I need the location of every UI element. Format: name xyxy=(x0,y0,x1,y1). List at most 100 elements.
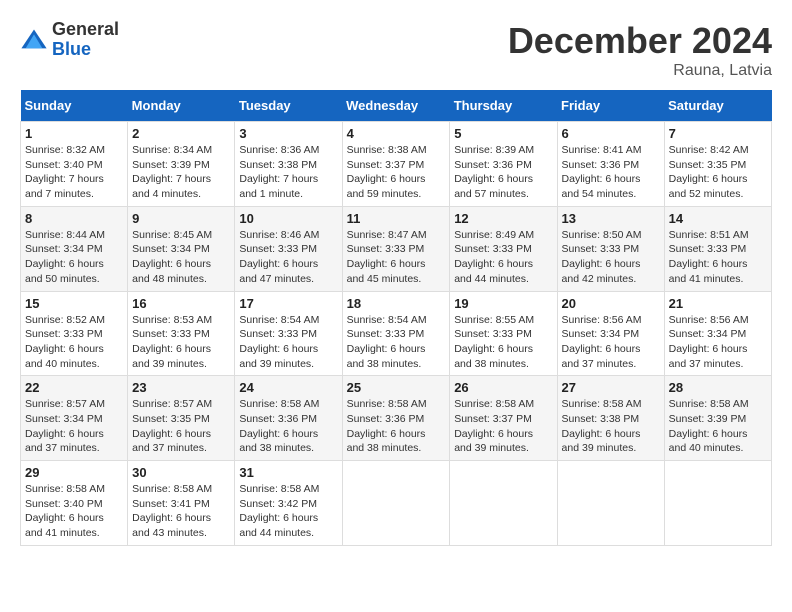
day-number: 30 xyxy=(132,465,230,480)
day-detail: Sunrise: 8:57 AM Sunset: 3:34 PM Dayligh… xyxy=(25,397,123,456)
day-detail: Sunrise: 8:51 AM Sunset: 3:33 PM Dayligh… xyxy=(669,228,767,287)
day-cell: 30 Sunrise: 8:58 AM Sunset: 3:41 PM Dayl… xyxy=(128,461,235,546)
day-cell xyxy=(342,461,450,546)
day-number: 11 xyxy=(347,211,446,226)
day-cell: 12 Sunrise: 8:49 AM Sunset: 3:33 PM Dayl… xyxy=(450,206,557,291)
logo-blue: Blue xyxy=(52,40,119,60)
day-number: 9 xyxy=(132,211,230,226)
day-number: 15 xyxy=(25,296,123,311)
day-number: 31 xyxy=(239,465,337,480)
day-number: 29 xyxy=(25,465,123,480)
logo: General Blue xyxy=(20,20,119,60)
day-number: 26 xyxy=(454,380,552,395)
day-number: 4 xyxy=(347,126,446,141)
day-number: 19 xyxy=(454,296,552,311)
day-number: 20 xyxy=(562,296,660,311)
day-detail: Sunrise: 8:58 AM Sunset: 3:36 PM Dayligh… xyxy=(347,397,446,456)
day-cell: 28 Sunrise: 8:58 AM Sunset: 3:39 PM Dayl… xyxy=(664,376,771,461)
week-row-1: 1 Sunrise: 8:32 AM Sunset: 3:40 PM Dayli… xyxy=(21,122,772,207)
header-row: SundayMondayTuesdayWednesdayThursdayFrid… xyxy=(21,90,772,122)
day-cell: 7 Sunrise: 8:42 AM Sunset: 3:35 PM Dayli… xyxy=(664,122,771,207)
week-row-2: 8 Sunrise: 8:44 AM Sunset: 3:34 PM Dayli… xyxy=(21,206,772,291)
day-number: 8 xyxy=(25,211,123,226)
day-number: 6 xyxy=(562,126,660,141)
day-detail: Sunrise: 8:46 AM Sunset: 3:33 PM Dayligh… xyxy=(239,228,337,287)
day-detail: Sunrise: 8:49 AM Sunset: 3:33 PM Dayligh… xyxy=(454,228,552,287)
day-detail: Sunrise: 8:34 AM Sunset: 3:39 PM Dayligh… xyxy=(132,143,230,202)
day-header-wednesday: Wednesday xyxy=(342,90,450,122)
day-detail: Sunrise: 8:58 AM Sunset: 3:40 PM Dayligh… xyxy=(25,482,123,541)
location: Rauna, Latvia xyxy=(508,62,772,80)
day-number: 5 xyxy=(454,126,552,141)
day-number: 25 xyxy=(347,380,446,395)
logo-text: General Blue xyxy=(52,20,119,60)
day-cell: 15 Sunrise: 8:52 AM Sunset: 3:33 PM Dayl… xyxy=(21,291,128,376)
day-detail: Sunrise: 8:55 AM Sunset: 3:33 PM Dayligh… xyxy=(454,313,552,372)
day-number: 28 xyxy=(669,380,767,395)
day-number: 24 xyxy=(239,380,337,395)
day-detail: Sunrise: 8:58 AM Sunset: 3:37 PM Dayligh… xyxy=(454,397,552,456)
day-detail: Sunrise: 8:45 AM Sunset: 3:34 PM Dayligh… xyxy=(132,228,230,287)
calendar-table: SundayMondayTuesdayWednesdayThursdayFrid… xyxy=(20,90,772,546)
week-row-5: 29 Sunrise: 8:58 AM Sunset: 3:40 PM Dayl… xyxy=(21,461,772,546)
day-detail: Sunrise: 8:57 AM Sunset: 3:35 PM Dayligh… xyxy=(132,397,230,456)
day-cell: 8 Sunrise: 8:44 AM Sunset: 3:34 PM Dayli… xyxy=(21,206,128,291)
day-cell: 16 Sunrise: 8:53 AM Sunset: 3:33 PM Dayl… xyxy=(128,291,235,376)
day-detail: Sunrise: 8:58 AM Sunset: 3:39 PM Dayligh… xyxy=(669,397,767,456)
day-header-friday: Friday xyxy=(557,90,664,122)
day-detail: Sunrise: 8:38 AM Sunset: 3:37 PM Dayligh… xyxy=(347,143,446,202)
day-detail: Sunrise: 8:54 AM Sunset: 3:33 PM Dayligh… xyxy=(347,313,446,372)
day-number: 22 xyxy=(25,380,123,395)
day-number: 13 xyxy=(562,211,660,226)
title-area: December 2024 Rauna, Latvia xyxy=(508,20,772,80)
day-detail: Sunrise: 8:41 AM Sunset: 3:36 PM Dayligh… xyxy=(562,143,660,202)
day-detail: Sunrise: 8:54 AM Sunset: 3:33 PM Dayligh… xyxy=(239,313,337,372)
day-cell: 25 Sunrise: 8:58 AM Sunset: 3:36 PM Dayl… xyxy=(342,376,450,461)
day-cell: 5 Sunrise: 8:39 AM Sunset: 3:36 PM Dayli… xyxy=(450,122,557,207)
day-number: 2 xyxy=(132,126,230,141)
day-cell: 2 Sunrise: 8:34 AM Sunset: 3:39 PM Dayli… xyxy=(128,122,235,207)
day-cell: 23 Sunrise: 8:57 AM Sunset: 3:35 PM Dayl… xyxy=(128,376,235,461)
day-cell: 17 Sunrise: 8:54 AM Sunset: 3:33 PM Dayl… xyxy=(235,291,342,376)
day-cell: 14 Sunrise: 8:51 AM Sunset: 3:33 PM Dayl… xyxy=(664,206,771,291)
page-header: General Blue December 2024 Rauna, Latvia xyxy=(20,20,772,80)
day-number: 23 xyxy=(132,380,230,395)
day-detail: Sunrise: 8:52 AM Sunset: 3:33 PM Dayligh… xyxy=(25,313,123,372)
day-cell xyxy=(557,461,664,546)
day-number: 27 xyxy=(562,380,660,395)
day-cell: 20 Sunrise: 8:56 AM Sunset: 3:34 PM Dayl… xyxy=(557,291,664,376)
day-cell: 19 Sunrise: 8:55 AM Sunset: 3:33 PM Dayl… xyxy=(450,291,557,376)
day-header-thursday: Thursday xyxy=(450,90,557,122)
week-row-3: 15 Sunrise: 8:52 AM Sunset: 3:33 PM Dayl… xyxy=(21,291,772,376)
day-cell: 29 Sunrise: 8:58 AM Sunset: 3:40 PM Dayl… xyxy=(21,461,128,546)
day-cell: 11 Sunrise: 8:47 AM Sunset: 3:33 PM Dayl… xyxy=(342,206,450,291)
day-detail: Sunrise: 8:36 AM Sunset: 3:38 PM Dayligh… xyxy=(239,143,337,202)
day-cell: 10 Sunrise: 8:46 AM Sunset: 3:33 PM Dayl… xyxy=(235,206,342,291)
day-cell: 3 Sunrise: 8:36 AM Sunset: 3:38 PM Dayli… xyxy=(235,122,342,207)
day-detail: Sunrise: 8:58 AM Sunset: 3:41 PM Dayligh… xyxy=(132,482,230,541)
logo-icon xyxy=(20,26,48,54)
day-number: 12 xyxy=(454,211,552,226)
day-detail: Sunrise: 8:47 AM Sunset: 3:33 PM Dayligh… xyxy=(347,228,446,287)
day-header-monday: Monday xyxy=(128,90,235,122)
day-detail: Sunrise: 8:32 AM Sunset: 3:40 PM Dayligh… xyxy=(25,143,123,202)
day-detail: Sunrise: 8:58 AM Sunset: 3:36 PM Dayligh… xyxy=(239,397,337,456)
day-detail: Sunrise: 8:53 AM Sunset: 3:33 PM Dayligh… xyxy=(132,313,230,372)
day-number: 18 xyxy=(347,296,446,311)
day-cell: 1 Sunrise: 8:32 AM Sunset: 3:40 PM Dayli… xyxy=(21,122,128,207)
day-cell xyxy=(664,461,771,546)
day-cell: 18 Sunrise: 8:54 AM Sunset: 3:33 PM Dayl… xyxy=(342,291,450,376)
day-detail: Sunrise: 8:50 AM Sunset: 3:33 PM Dayligh… xyxy=(562,228,660,287)
day-cell: 24 Sunrise: 8:58 AM Sunset: 3:36 PM Dayl… xyxy=(235,376,342,461)
day-number: 21 xyxy=(669,296,767,311)
day-number: 14 xyxy=(669,211,767,226)
day-number: 7 xyxy=(669,126,767,141)
day-number: 3 xyxy=(239,126,337,141)
day-cell: 21 Sunrise: 8:56 AM Sunset: 3:34 PM Dayl… xyxy=(664,291,771,376)
day-detail: Sunrise: 8:56 AM Sunset: 3:34 PM Dayligh… xyxy=(562,313,660,372)
day-number: 10 xyxy=(239,211,337,226)
day-cell: 27 Sunrise: 8:58 AM Sunset: 3:38 PM Dayl… xyxy=(557,376,664,461)
day-detail: Sunrise: 8:58 AM Sunset: 3:38 PM Dayligh… xyxy=(562,397,660,456)
day-cell: 22 Sunrise: 8:57 AM Sunset: 3:34 PM Dayl… xyxy=(21,376,128,461)
day-number: 17 xyxy=(239,296,337,311)
